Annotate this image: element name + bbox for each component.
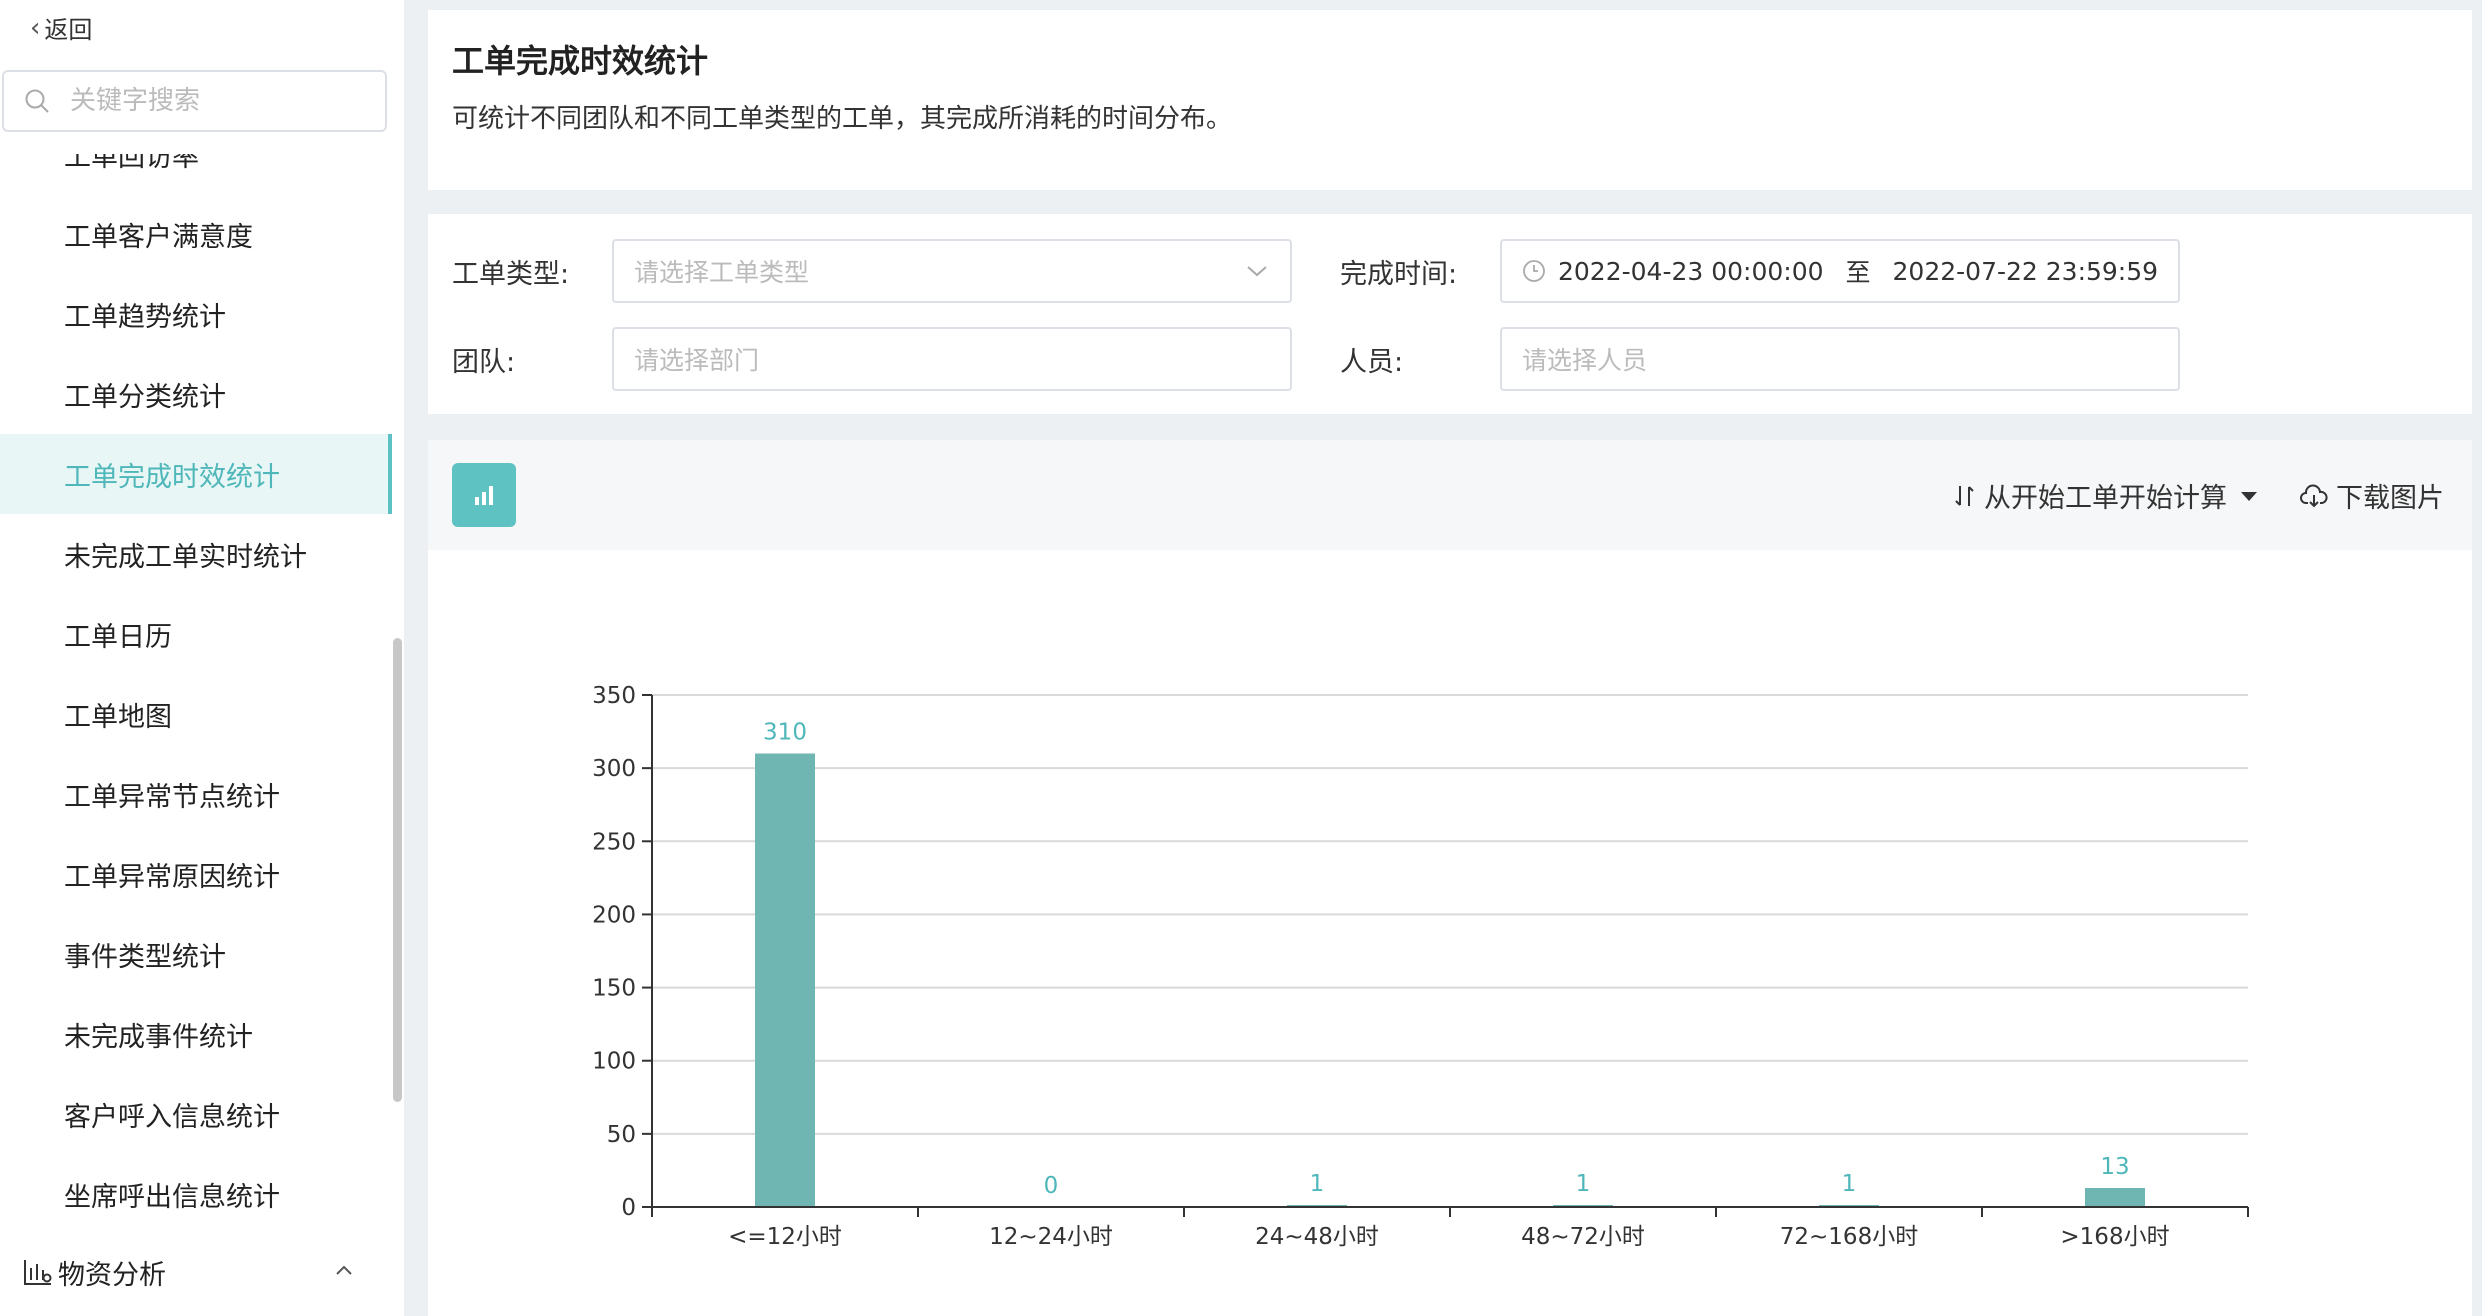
sidebar-scrollbar[interactable] [393, 638, 402, 1102]
sidebar-item-category[interactable]: 工单分类统计 [0, 354, 392, 434]
team-select[interactable]: 请选择部门 [612, 327, 1292, 391]
search-box[interactable] [2, 70, 387, 132]
ticket-type-placeholder: 请选择工单类型 [634, 258, 810, 287]
sidebar-menu: 工单回访率 工单客户满意度 工单趋势统计 工单分类统计 工单完成时效统计 未完成… [0, 154, 392, 1214]
time-start[interactable]: 2022-04-23 00:00:00 [1558, 257, 1824, 286]
person-label: 人员: [1340, 347, 1404, 378]
search-input[interactable] [70, 86, 350, 116]
chart-analysis-icon [24, 1260, 52, 1285]
chevron-up-icon [336, 1265, 352, 1275]
sidebar-item-partial[interactable]: 工单回访率 [0, 154, 392, 194]
caret-down-icon [2241, 491, 2257, 501]
sidebar-group-label: 物资分析 [58, 1259, 166, 1291]
clock-icon [1523, 260, 1545, 282]
sidebar: ‹ 返回 工单回访率 工单客户满意度 工单趋势统计 工单分类统计 工单完成时效统… [0, 0, 404, 1316]
calc-mode-label: 从开始工单开始计算 [1984, 483, 2227, 514]
team-label: 团队: [452, 347, 516, 378]
sidebar-group-materials[interactable]: 物资分析 [0, 1232, 392, 1312]
page-description: 可统计不同团队和不同工单类型的工单，其完成所消耗的时间分布。 [452, 104, 1233, 134]
page-title: 工单完成时效统计 [452, 42, 709, 80]
back-label: 返回 [44, 16, 93, 44]
download-label: 下载图片 [2336, 483, 2444, 514]
back-button[interactable]: ‹ 返回 [30, 10, 92, 45]
sidebar-item-trend[interactable]: 工单趋势统计 [0, 274, 392, 354]
ticket-type-select[interactable]: 请选择工单类型 [612, 239, 1292, 303]
bar-chart-icon [475, 486, 493, 505]
time-end[interactable]: 2022-07-22 23:59:59 [1893, 257, 2159, 286]
search-icon [25, 89, 49, 113]
sidebar-item-abnormal-reason[interactable]: 工单异常原因统计 [0, 834, 392, 914]
sidebar-item-completion-time[interactable]: 工单完成时效统计 [0, 434, 392, 514]
sidebar-item-unfinished-event[interactable]: 未完成事件统计 [0, 994, 392, 1074]
sidebar-item-calendar[interactable]: 工单日历 [0, 594, 392, 674]
sort-icon [1955, 485, 1974, 506]
completion-time-range[interactable]: 2022-04-23 00:00:00 至 2022-07-22 23:59:5… [1500, 239, 2180, 303]
chevron-left-icon: ‹ [30, 12, 41, 43]
chevron-down-icon [1247, 266, 1267, 277]
completion-time-label: 完成时间: [1340, 259, 1458, 290]
sidebar-item-outbound-call[interactable]: 坐席呼出信息统计 [0, 1154, 392, 1214]
sidebar-item-event-type[interactable]: 事件类型统计 [0, 914, 392, 994]
sidebar-item-map[interactable]: 工单地图 [0, 674, 392, 754]
sidebar-item-inbound-call[interactable]: 客户呼入信息统计 [0, 1074, 392, 1154]
team-placeholder: 请选择部门 [634, 346, 760, 375]
person-placeholder: 请选择人员 [1522, 346, 1648, 375]
cloud-download-icon [2300, 484, 2328, 507]
download-image-button[interactable]: 下载图片 [2300, 476, 2444, 515]
person-select[interactable]: 请选择人员 [1500, 327, 2180, 391]
sidebar-item-unfinished-realtime[interactable]: 未完成工单实时统计 [0, 514, 392, 594]
calc-mode-dropdown[interactable]: 从开始工单开始计算 [1954, 476, 2267, 515]
bar-chart-button[interactable] [452, 463, 516, 527]
sidebar-item-abnormal-node[interactable]: 工单异常节点统计 [0, 754, 392, 834]
ticket-type-label: 工单类型: [452, 259, 570, 290]
sidebar-item-satisfaction[interactable]: 工单客户满意度 [0, 194, 392, 274]
time-separator: 至 [1845, 258, 1871, 287]
chart-card [428, 440, 2472, 1316]
